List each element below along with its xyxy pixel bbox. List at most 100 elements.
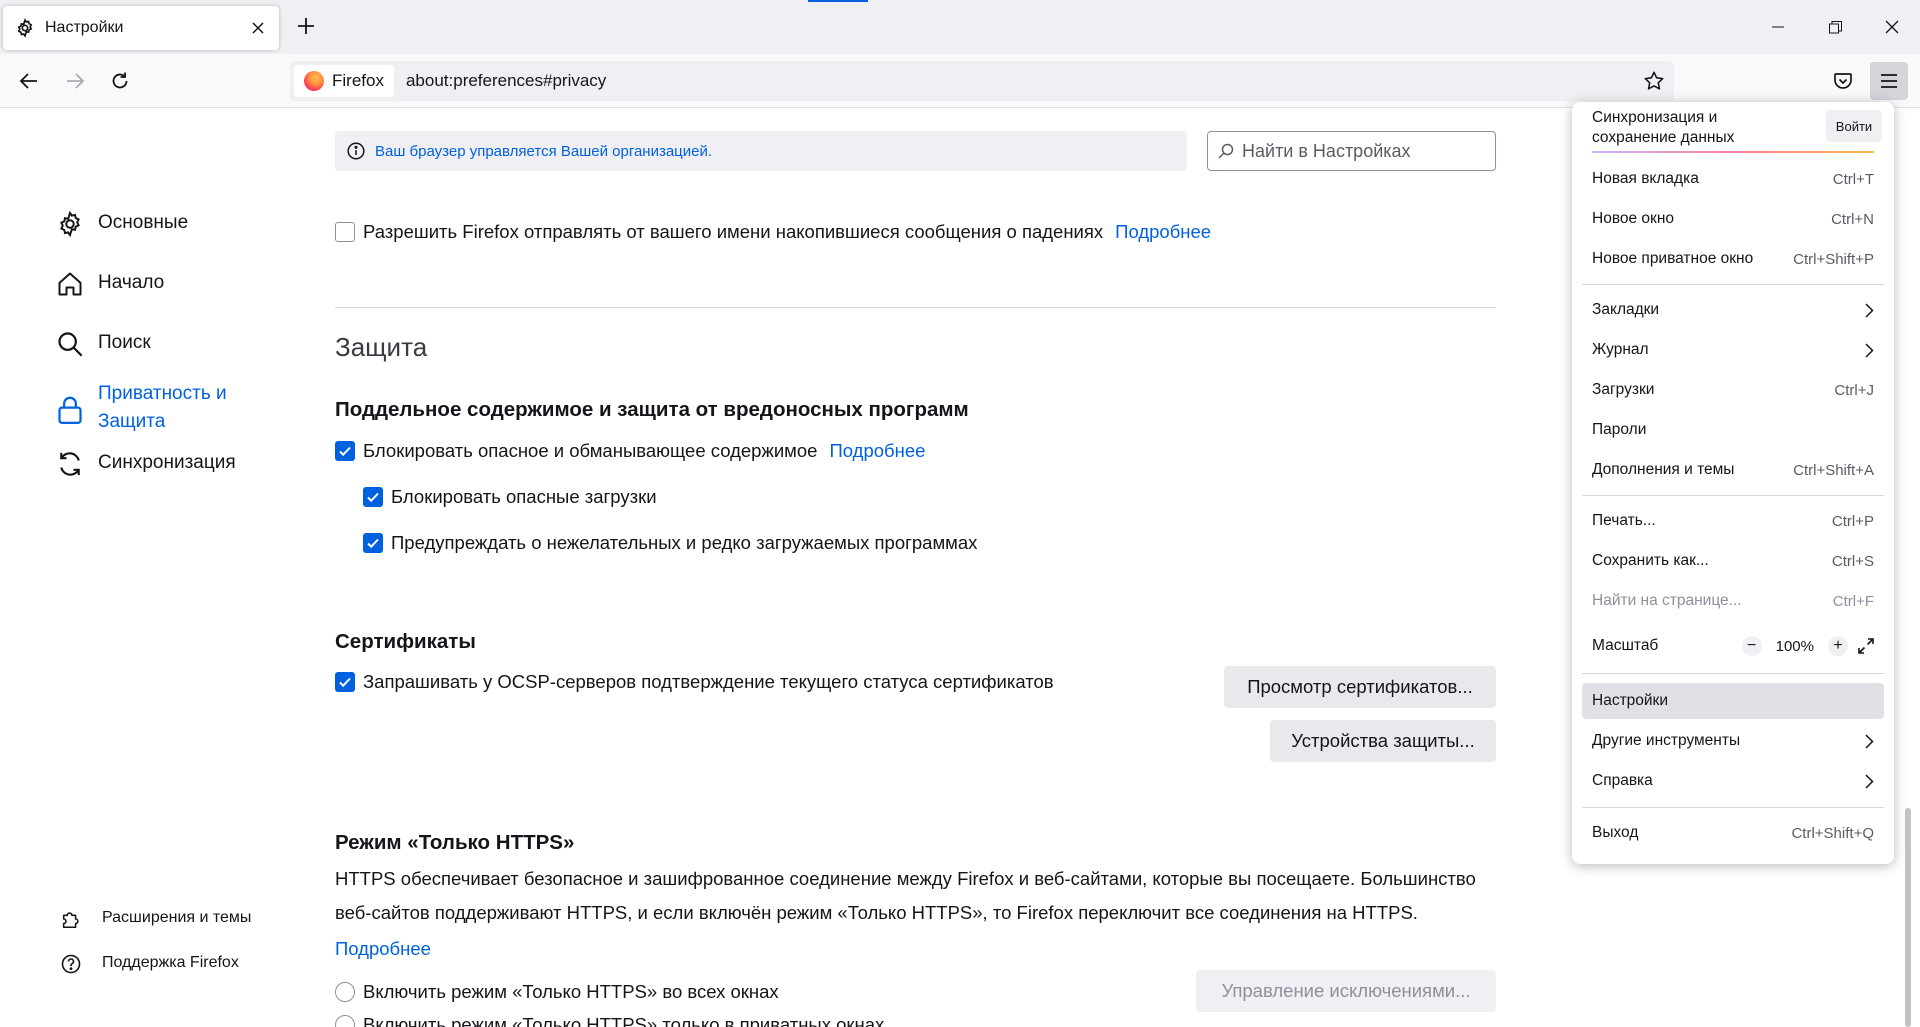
https-only-heading: Режим «Только HTTPS» <box>335 831 575 854</box>
menu-item-label: Выход <box>1592 824 1639 841</box>
block-downloads-checkbox[interactable] <box>363 487 383 507</box>
reload-button[interactable] <box>103 64 137 98</box>
menu-item-new-tab[interactable]: Новая вкладка Ctrl+T <box>1582 161 1884 197</box>
block-dangerous-row: Блокировать опасное и обманывающее содер… <box>335 440 925 462</box>
url-bar[interactable]: Firefox about:preferences#privacy <box>290 61 1674 101</box>
search-icon <box>54 328 86 360</box>
minimize-button[interactable] <box>1758 10 1798 44</box>
policy-notice-text: Ваш браузер управляется Вашей организаци… <box>375 142 713 160</box>
pocket-icon[interactable] <box>1826 64 1860 98</box>
menu-item-zoom: Масштаб − 100% + <box>1582 628 1884 664</box>
sidebar-footer-support[interactable]: Поддержка Firefox <box>58 951 239 977</box>
menu-item-label: Другие инструменты <box>1592 732 1741 749</box>
close-tab-icon[interactable] <box>249 19 267 37</box>
identity-box[interactable]: Firefox <box>294 65 394 97</box>
sync-text: Синхронизация и сохранение данных <box>1592 109 1735 146</box>
sidebar-item-privacy[interactable]: Приватность и Защита <box>54 380 227 436</box>
app-menu-button[interactable] <box>1870 62 1908 100</box>
menu-item-settings[interactable]: Настройки <box>1582 683 1884 719</box>
sidebar-footer-label: Поддержка Firefox <box>102 954 239 971</box>
block-downloads-label: Блокировать опасные загрузки <box>391 486 657 507</box>
menu-item-more-tools[interactable]: Другие инструменты <box>1582 723 1884 759</box>
menu-separator <box>1582 495 1884 496</box>
zoom-reset-button[interactable]: 100% <box>1776 638 1814 655</box>
menu-item-addons[interactable]: Дополнения и темы Ctrl+Shift+A <box>1582 452 1884 488</box>
menu-item-print[interactable]: Печать... Ctrl+P <box>1582 503 1884 539</box>
menu-item-label: Печать... <box>1592 512 1656 529</box>
chevron-right-icon <box>1865 733 1874 749</box>
https-private-windows-label: Включить режим «Только HTTPS» только в п… <box>363 1014 885 1027</box>
sidebar-item-sync[interactable]: Синхронизация <box>54 448 236 480</box>
chevron-right-icon <box>1865 302 1874 318</box>
policy-notice[interactable]: Ваш браузер управляется Вашей организаци… <box>335 131 1187 171</box>
menu-item-shortcut: Ctrl+S <box>1831 552 1874 570</box>
warn-unwanted-checkbox[interactable] <box>363 533 383 553</box>
menu-item-new-private-window[interactable]: Новое приватное окно Ctrl+Shift+P <box>1582 241 1884 277</box>
sidebar-footer-extensions[interactable]: Расширения и темы <box>58 906 251 932</box>
block-dangerous-learn-more-link[interactable]: Подробнее <box>829 440 925 462</box>
menu-item-label: Найти на странице... <box>1592 592 1742 609</box>
new-tab-button[interactable] <box>293 13 319 39</box>
chevron-right-icon <box>1865 773 1874 789</box>
chevron-right-icon <box>1865 342 1874 358</box>
menu-item-shortcut: Ctrl+N <box>1831 210 1874 228</box>
sync-row[interactable]: Синхронизация и сохранение данных Войти <box>1572 102 1894 166</box>
menu-item-shortcut: Ctrl+Shift+A <box>1793 461 1874 479</box>
menu-item-help[interactable]: Справка <box>1582 763 1884 799</box>
menu-item-label: Закладки <box>1592 301 1660 318</box>
forward-button[interactable] <box>58 64 92 98</box>
gear-icon <box>54 208 86 240</box>
gear-icon <box>15 18 35 38</box>
manage-exceptions-button[interactable]: Управление исключениями... <box>1196 970 1496 1012</box>
sign-in-button[interactable]: Войти <box>1826 110 1882 142</box>
tab-strip: Настройки <box>0 0 1920 54</box>
view-certificates-button[interactable]: Просмотр сертификатов... <box>1224 666 1496 708</box>
menu-item-label: Загрузки <box>1592 381 1655 398</box>
deceptive-heading: Поддельное содержимое и защита от вредон… <box>335 398 969 421</box>
bookmark-star-icon[interactable] <box>1636 63 1672 99</box>
sidebar-item-label: Основные <box>98 212 189 233</box>
block-dangerous-checkbox[interactable] <box>335 441 355 461</box>
menu-item-save-as[interactable]: Сохранить как... Ctrl+S <box>1582 543 1884 579</box>
content-scrollbar[interactable] <box>1905 808 1911 1027</box>
https-all-windows-row: Включить режим «Только HTTPS» во всех ок… <box>335 981 779 1003</box>
sidebar-item-general[interactable]: Основные <box>54 208 188 240</box>
menu-item-new-window[interactable]: Новое окно Ctrl+N <box>1582 201 1884 237</box>
menu-item-downloads[interactable]: Загрузки Ctrl+J <box>1582 372 1884 408</box>
menu-item-label: Масштаб <box>1592 637 1659 654</box>
crash-reports-checkbox[interactable] <box>335 222 355 242</box>
menu-item-passwords[interactable]: Пароли <box>1582 412 1884 448</box>
url-text[interactable]: about:preferences#privacy <box>406 71 1636 91</box>
tab-strip-accent <box>808 0 868 2</box>
restore-button[interactable] <box>1815 10 1855 44</box>
zoom-in-button[interactable]: + <box>1828 636 1848 656</box>
crash-reports-learn-more-link[interactable]: Подробнее <box>1115 221 1211 243</box>
sidebar-footer-label: Расширения и темы <box>102 909 252 926</box>
back-button[interactable] <box>12 64 46 98</box>
warn-unwanted-label: Предупреждать о нежелательных и редко за… <box>391 532 978 553</box>
fullscreen-icon[interactable] <box>1858 638 1874 654</box>
https-all-windows-label: Включить режим «Только HTTPS» во всех ок… <box>363 981 779 1002</box>
menu-item-label: Настройки <box>1592 692 1669 709</box>
security-devices-button[interactable]: Устройства защиты... <box>1270 720 1496 762</box>
https-private-windows-radio[interactable] <box>335 1015 355 1027</box>
menu-item-bookmarks[interactable]: Закладки <box>1582 292 1884 328</box>
sidebar-item-search[interactable]: Поиск <box>54 328 151 360</box>
tab-settings[interactable]: Настройки <box>3 6 279 50</box>
close-window-button[interactable] <box>1872 10 1912 44</box>
section-divider <box>335 307 1496 308</box>
sidebar-item-home[interactable]: Начало <box>54 268 164 300</box>
https-only-learn-more-link[interactable]: Подробнее <box>335 938 431 960</box>
home-icon <box>54 268 86 300</box>
menu-item-find-in-page[interactable]: Найти на странице... Ctrl+F <box>1582 583 1884 619</box>
menu-item-shortcut: Ctrl+P <box>1831 512 1874 530</box>
preferences-search-input[interactable]: Найти в Настройках <box>1207 131 1496 171</box>
zoom-out-button[interactable]: − <box>1741 636 1762 656</box>
zoom-controls: − 100% + <box>1741 636 1874 656</box>
menu-item-exit[interactable]: Выход Ctrl+Shift+Q <box>1582 815 1884 851</box>
ocsp-checkbox[interactable] <box>335 672 355 692</box>
https-all-windows-radio[interactable] <box>335 982 355 1002</box>
menu-item-history[interactable]: Журнал <box>1582 332 1884 368</box>
menu-separator <box>1582 284 1884 285</box>
tab-title: Настройки <box>45 19 124 36</box>
